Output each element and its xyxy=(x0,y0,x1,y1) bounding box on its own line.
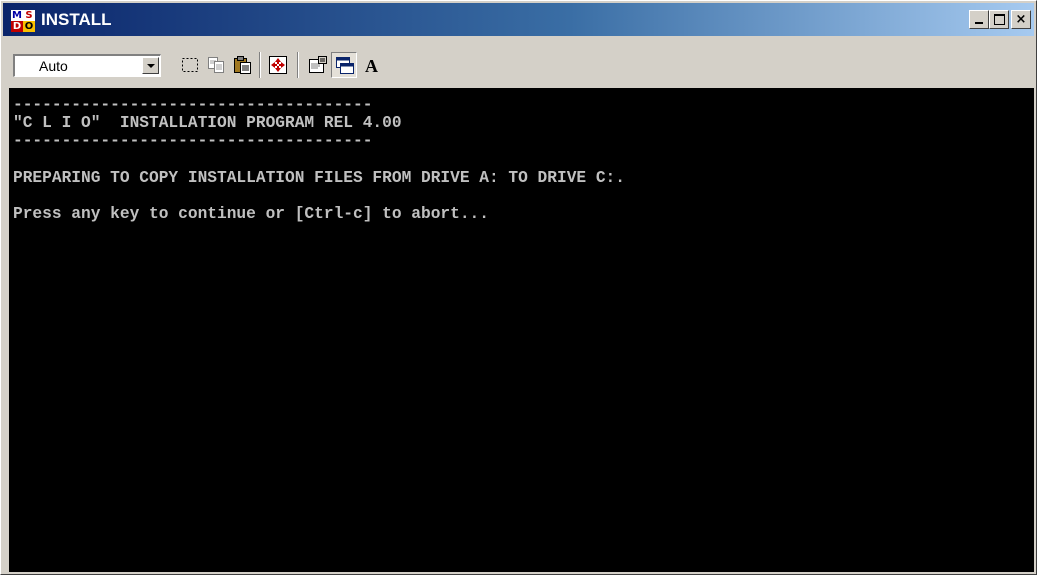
copy-button[interactable] xyxy=(203,52,229,78)
caption-buttons: × xyxy=(969,10,1031,29)
font-size-dropdown-button[interactable] xyxy=(142,57,159,74)
console-line: Press any key to continue or [Ctrl-c] to… xyxy=(13,205,489,223)
fullscreen-button[interactable] xyxy=(265,52,291,78)
paste-button[interactable] xyxy=(229,52,255,78)
console-line: PREPARING TO COPY INSTALLATION FILES FRO… xyxy=(13,169,625,187)
minimize-button[interactable] xyxy=(969,10,989,29)
properties-icon xyxy=(309,56,327,73)
close-icon: × xyxy=(1015,12,1027,27)
title-bar[interactable]: M S D O INSTALL × xyxy=(3,3,1034,36)
close-button[interactable]: × xyxy=(1011,10,1031,29)
minimize-icon xyxy=(975,22,983,24)
toolbar-separator xyxy=(297,52,299,78)
font-size-value: Auto xyxy=(39,58,68,74)
font-button[interactable]: A xyxy=(359,52,385,78)
dos-window: M S D O INSTALL × Auto A ---------------… xyxy=(0,0,1037,575)
console-line: ------------------------------------- xyxy=(13,96,373,114)
mark-button[interactable] xyxy=(177,52,203,78)
font-icon: A xyxy=(365,56,378,75)
ms-dos-icon[interactable]: M S D O xyxy=(11,10,35,32)
background-button[interactable] xyxy=(331,52,357,78)
window-title: INSTALL xyxy=(41,10,112,29)
console-line: "C L I O" INSTALLATION PROGRAM REL 4.00 xyxy=(13,114,402,132)
properties-button[interactable] xyxy=(305,52,331,78)
maximize-button[interactable] xyxy=(989,10,1009,29)
console-line: ------------------------------------- xyxy=(13,132,373,150)
maximize-icon xyxy=(994,14,1005,25)
mark-icon xyxy=(182,58,198,72)
chevron-down-icon xyxy=(147,64,155,68)
paste-icon xyxy=(234,56,251,74)
fullscreen-icon xyxy=(269,56,287,74)
background-icon xyxy=(336,57,354,74)
font-size-select[interactable]: Auto xyxy=(13,54,161,77)
console-output[interactable]: ------------------------------------- "C… xyxy=(9,88,1034,572)
svg-text:A: A xyxy=(365,56,378,75)
copy-icon xyxy=(208,57,224,73)
toolbar: Auto A xyxy=(3,38,1034,86)
toolbar-separator xyxy=(259,52,261,78)
